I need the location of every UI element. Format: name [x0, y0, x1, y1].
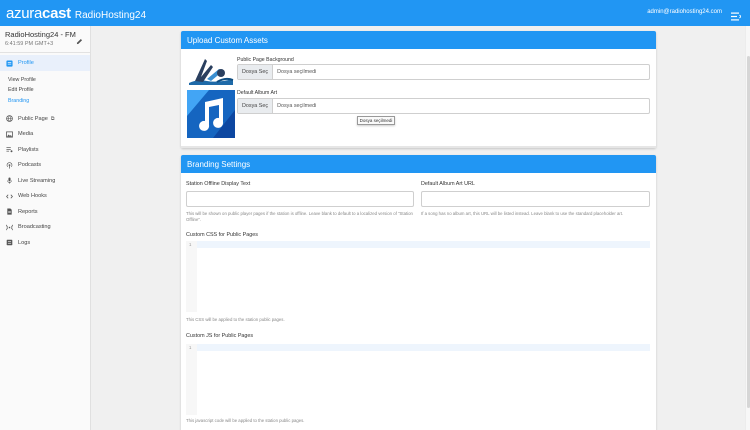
mic-icon — [6, 177, 13, 184]
branding-settings-card: Branding Settings Station Offline Displa… — [181, 155, 656, 430]
page-scrollbar[interactable] — [745, 26, 750, 430]
css-line-number: 1 — [189, 242, 192, 247]
album-art-file-input[interactable]: Dosya Seç Dosya seçilmedi — [237, 98, 650, 114]
sidebar-item-label: Playlists — [18, 146, 39, 153]
sidebar-item-broadcasting[interactable]: Broadcasting — [0, 220, 90, 236]
sidebar-item-label: Broadcasting — [18, 224, 51, 231]
album-art-url-label: Default Album Art URL — [421, 181, 475, 187]
sidebar-item-podcasts[interactable]: Podcasts — [0, 158, 90, 174]
pencil-icon[interactable] — [76, 32, 83, 45]
offline-text-label: Station Offline Display Text — [186, 181, 251, 187]
custom-js-label: Custom JS for Public Pages — [186, 333, 254, 339]
menu-icon[interactable] — [731, 8, 742, 21]
album-art-url-help: If a song has no album art, this URL wil… — [421, 211, 624, 216]
top-navbar: azuracast RadioHosting24 admin@radiohost… — [0, 0, 750, 26]
sidebar-item-web-hooks[interactable]: Web Hooks — [0, 189, 90, 205]
album-art-choose-file-button[interactable]: Dosya Seç — [238, 99, 274, 113]
azuracast-logo[interactable]: azuracast — [6, 5, 71, 22]
custom-js-help: This javascript code will be applied to … — [186, 418, 305, 423]
logs-icon — [6, 239, 13, 246]
sidebar: RadioHosting24 - FM 6:41:59 PM GMT+3 Pro… — [0, 26, 91, 430]
sidebar-item-media[interactable]: Media — [0, 127, 90, 143]
sidebar-item-label: Podcasts — [18, 162, 42, 169]
sidebar-item-playlists[interactable]: Playlists — [0, 142, 90, 158]
broadcast-icon — [6, 224, 13, 231]
sidebar-item-label: Reports — [18, 208, 38, 215]
user-email-link[interactable]: admin@radiohosting24.com — [647, 9, 722, 15]
upload-card-title: Upload Custom Assets — [181, 31, 656, 49]
sidebar-item-label: Public Page — [18, 115, 48, 122]
profile-icon — [6, 59, 13, 67]
station-time: 6:41:59 PM GMT+3 — [5, 41, 54, 47]
js-active-line — [197, 344, 650, 351]
custom-css-help: This CSS will be applied to the station … — [186, 317, 285, 322]
js-line-number: 1 — [189, 345, 192, 350]
code-icon — [6, 193, 13, 200]
external-link-icon: ⧉ — [50, 115, 55, 122]
profile-submenu: View Profile Edit Profile Branding — [0, 71, 90, 111]
album-art-url-input[interactable] — [421, 191, 650, 207]
css-active-line — [197, 241, 650, 248]
upload-assets-card: Upload Custom Assets Public Page Backgro… — [181, 31, 656, 148]
sidebar-item-profile[interactable]: Profile — [0, 55, 90, 71]
background-file-status: Dosya seçilmedi — [277, 69, 317, 75]
custom-css-editor[interactable]: 1 — [186, 241, 650, 312]
offline-text-help: This will be shown on public player page… — [186, 211, 413, 222]
sub-item-branding[interactable]: Branding — [0, 96, 90, 106]
album-art-file-status: Dosya seçilmedi — [277, 103, 317, 109]
sidebar-item-public-page[interactable]: Public Page ⧉ — [0, 111, 90, 127]
offline-text-input[interactable] — [186, 191, 414, 207]
sidebar-item-label: Logs — [18, 239, 31, 246]
station-header: RadioHosting24 - FM 6:41:59 PM GMT+3 — [0, 26, 90, 52]
podcast-icon — [6, 162, 13, 169]
background-label: Public Page Background — [237, 57, 294, 63]
album-art-label: Default Album Art — [237, 90, 278, 96]
sidebar-item-label: Media — [18, 131, 34, 138]
sub-item-edit-profile[interactable]: Edit Profile — [0, 85, 90, 95]
sidebar-divider — [0, 52, 90, 53]
sidebar-item-label: Web Hooks — [18, 193, 47, 200]
station-name: RadioHosting24 - FM — [5, 30, 76, 39]
custom-js-editor[interactable]: 1 — [186, 344, 650, 415]
sidebar-item-live-streaming[interactable]: Live Streaming — [0, 173, 90, 189]
globe-icon — [6, 115, 13, 123]
navbar-station-name: RadioHosting24 — [74, 9, 147, 21]
sidebar-item-logs[interactable]: Logs — [0, 235, 90, 251]
sub-item-view-profile[interactable]: View Profile — [0, 75, 90, 85]
background-choose-file-button[interactable]: Dosya Seç — [238, 65, 274, 79]
brand[interactable]: azuracast RadioHosting24 — [0, 5, 146, 22]
custom-css-label: Custom CSS for Public Pages — [186, 232, 258, 238]
playlist-icon — [6, 146, 13, 153]
background-file-input[interactable]: Dosya Seç Dosya seçilmedi — [237, 64, 650, 80]
file-tooltip: Dosya seçilmedi — [357, 116, 395, 125]
sidebar-item-label: Profile — [18, 60, 34, 66]
album-art-row: Default Album Art Dosya Seç Dosya seçilm… — [187, 90, 650, 140]
public-background-row: Public Page Background Dosya Seç Dosya s… — [187, 55, 650, 87]
branding-card-title: Branding Settings — [181, 155, 656, 173]
card-footer — [181, 146, 656, 148]
sidebar-item-label: Live Streaming — [18, 177, 56, 184]
document-icon — [6, 208, 13, 215]
album-art-thumbnail — [187, 90, 235, 138]
sidebar-item-reports[interactable]: Reports — [0, 204, 90, 220]
image-icon — [6, 131, 13, 138]
background-thumbnail — [187, 55, 235, 87]
